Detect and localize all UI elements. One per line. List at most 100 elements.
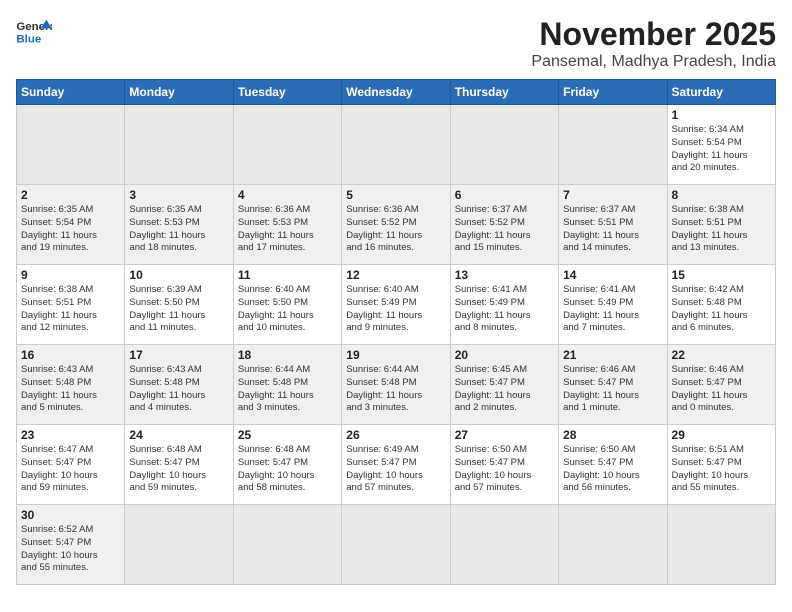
day-info: Sunrise: 6:36 AM Sunset: 5:52 PM Dayligh… [346, 204, 445, 255]
day-number: 17 [129, 348, 228, 362]
day-info: Sunrise: 6:41 AM Sunset: 5:49 PM Dayligh… [563, 284, 662, 335]
day-info: Sunrise: 6:49 AM Sunset: 5:47 PM Dayligh… [346, 444, 445, 495]
day-info: Sunrise: 6:34 AM Sunset: 5:54 PM Dayligh… [672, 124, 771, 175]
calendar-cell: 2Sunrise: 6:35 AM Sunset: 5:54 PM Daylig… [17, 185, 125, 265]
day-info: Sunrise: 6:40 AM Sunset: 5:49 PM Dayligh… [346, 284, 445, 335]
day-info: Sunrise: 6:48 AM Sunset: 5:47 PM Dayligh… [238, 444, 337, 495]
calendar-cell: 20 Sunrise: 6:45 AM Sunset: 5:47 PM Dayli… [450, 345, 558, 425]
calendar-cell [125, 105, 233, 185]
calendar-cell: 19Sunrise: 6:44 AM Sunset: 5:48 PM Dayli… [342, 345, 450, 425]
calendar-cell: 22 Sunrise: 6:46 AM Sunset: 5:47 PM Dayli… [667, 345, 775, 425]
calendar-cell: 3 Sunrise: 6:35 AM Sunset: 5:53 PM Daylig… [125, 185, 233, 265]
weekday-header-saturday: Saturday [667, 80, 775, 105]
calendar-cell: 24Sunrise: 6:48 AM Sunset: 5:47 PM Dayli… [125, 425, 233, 505]
calendar-table: SundayMondayTuesdayWednesdayThursdayFrid… [16, 79, 776, 585]
calendar-cell: 21Sunrise: 6:46 AM Sunset: 5:47 PM Dayli… [559, 345, 667, 425]
day-number: 1 [672, 108, 771, 122]
day-number: 11 [238, 268, 337, 282]
day-number: 26 [346, 428, 445, 442]
day-info: Sunrise: 6:37 AM Sunset: 5:52 PM Dayligh… [455, 204, 554, 255]
day-info: Sunrise: 6:52 AM Sunset: 5:47 PM Dayligh… [21, 524, 120, 575]
day-number: 15 [672, 268, 771, 282]
calendar-cell: 12 Sunrise: 6:40 AM Sunset: 5:49 PM Dayli… [342, 265, 450, 345]
calendar-cell: 16Sunrise: 6:43 AM Sunset: 5:48 PM Dayli… [17, 345, 125, 425]
calendar-cell: 25 Sunrise: 6:48 AM Sunset: 5:47 PM Dayli… [233, 425, 341, 505]
weekday-header-tuesday: Tuesday [233, 80, 341, 105]
day-number: 20 [455, 348, 554, 362]
calendar-cell: 11 Sunrise: 6:40 AM Sunset: 5:50 PM Dayli… [233, 265, 341, 345]
day-number: 2 [21, 188, 120, 202]
day-number: 24 [129, 428, 228, 442]
day-info: Sunrise: 6:39 AM Sunset: 5:50 PM Dayligh… [129, 284, 228, 335]
calendar-cell [559, 105, 667, 185]
calendar-cell: 9 Sunrise: 6:38 AM Sunset: 5:51 PM Daylig… [17, 265, 125, 345]
day-number: 30 [21, 508, 120, 522]
day-number: 9 [21, 268, 120, 282]
calendar-cell: 30 Sunrise: 6:52 AM Sunset: 5:47 PM Dayli… [17, 505, 125, 585]
day-info: Sunrise: 6:40 AM Sunset: 5:50 PM Dayligh… [238, 284, 337, 335]
day-number: 21 [563, 348, 662, 362]
weekday-header-sunday: Sunday [17, 80, 125, 105]
day-number: 7 [563, 188, 662, 202]
day-info: Sunrise: 6:38 AM Sunset: 5:51 PM Dayligh… [672, 204, 771, 255]
day-number: 8 [672, 188, 771, 202]
logo-icon: General Blue [16, 16, 52, 46]
day-number: 12 [346, 268, 445, 282]
weekday-header-monday: Monday [125, 80, 233, 105]
day-number: 14 [563, 268, 662, 282]
day-number: 18 [238, 348, 337, 362]
day-info: Sunrise: 6:46 AM Sunset: 5:47 PM Dayligh… [672, 364, 771, 415]
day-info: Sunrise: 6:51 AM Sunset: 5:47 PM Dayligh… [672, 444, 771, 495]
day-number: 28 [563, 428, 662, 442]
calendar-cell: 1 Sunrise: 6:34 AM Sunset: 5:54 PM Daylig… [667, 105, 775, 185]
day-info: Sunrise: 6:45 AM Sunset: 5:47 PM Dayligh… [455, 364, 554, 415]
day-info: Sunrise: 6:50 AM Sunset: 5:47 PM Dayligh… [455, 444, 554, 495]
calendar-cell [125, 505, 233, 585]
calendar-cell: 8 Sunrise: 6:38 AM Sunset: 5:51 PM Daylig… [667, 185, 775, 265]
calendar-cell [559, 505, 667, 585]
day-info: Sunrise: 6:47 AM Sunset: 5:47 PM Dayligh… [21, 444, 120, 495]
day-number: 25 [238, 428, 337, 442]
day-info: Sunrise: 6:35 AM Sunset: 5:53 PM Dayligh… [129, 204, 228, 255]
calendar-cell: 23Sunrise: 6:47 AM Sunset: 5:47 PM Dayli… [17, 425, 125, 505]
day-number: 13 [455, 268, 554, 282]
month-title: November 2025 [531, 16, 776, 53]
title-area: November 2025 Pansemal, Madhya Pradesh, … [531, 16, 776, 71]
calendar-cell: 17 Sunrise: 6:43 AM Sunset: 5:48 PM Dayli… [125, 345, 233, 425]
day-number: 22 [672, 348, 771, 362]
weekday-header-wednesday: Wednesday [342, 80, 450, 105]
calendar-cell: 18Sunrise: 6:44 AM Sunset: 5:48 PM Dayli… [233, 345, 341, 425]
calendar-week-row: 16 Sunrise: 6:43 AM Sunset: 5:48 PM Dayli… [17, 345, 776, 425]
calendar-week-row: 2Sunrise: 6:35 AM Sunset: 5:54 PM Daylig… [17, 185, 776, 265]
day-number: 27 [455, 428, 554, 442]
calendar-cell [667, 505, 775, 585]
calendar-cell [17, 105, 125, 185]
day-info: Sunrise: 6:38 AM Sunset: 5:51 PM Dayligh… [21, 284, 120, 335]
day-info: Sunrise: 6:43 AM Sunset: 5:48 PM Dayligh… [129, 364, 228, 415]
calendar-cell: 7Sunrise: 6:37 AM Sunset: 5:51 PM Daylig… [559, 185, 667, 265]
calendar-cell: 6Sunrise: 6:37 AM Sunset: 5:52 PM Daylig… [450, 185, 558, 265]
calendar-week-row: 30 Sunrise: 6:52 AM Sunset: 5:47 PM Dayli… [17, 505, 776, 585]
calendar-cell [342, 105, 450, 185]
calendar-cell: 26 Sunrise: 6:49 AM Sunset: 5:47 PM Dayli… [342, 425, 450, 505]
day-number: 3 [129, 188, 228, 202]
calendar-week-row: 1 Sunrise: 6:34 AM Sunset: 5:54 PM Daylig… [17, 105, 776, 185]
calendar-cell [233, 105, 341, 185]
calendar-week-row: 23Sunrise: 6:47 AM Sunset: 5:47 PM Dayli… [17, 425, 776, 505]
day-info: Sunrise: 6:41 AM Sunset: 5:49 PM Dayligh… [455, 284, 554, 335]
calendar-cell [450, 105, 558, 185]
day-number: 10 [129, 268, 228, 282]
day-info: Sunrise: 6:36 AM Sunset: 5:53 PM Dayligh… [238, 204, 337, 255]
day-number: 4 [238, 188, 337, 202]
calendar-cell: 29Sunrise: 6:51 AM Sunset: 5:47 PM Dayli… [667, 425, 775, 505]
calendar-cell: 28Sunrise: 6:50 AM Sunset: 5:47 PM Dayli… [559, 425, 667, 505]
calendar-cell: 15 Sunrise: 6:42 AM Sunset: 5:48 PM Dayli… [667, 265, 775, 345]
calendar-cell: 13 Sunrise: 6:41 AM Sunset: 5:49 PM Dayli… [450, 265, 558, 345]
location-title: Pansemal, Madhya Pradesh, India [531, 53, 776, 71]
calendar-cell: 14 Sunrise: 6:41 AM Sunset: 5:49 PM Dayli… [559, 265, 667, 345]
day-number: 5 [346, 188, 445, 202]
calendar-cell [342, 505, 450, 585]
calendar-cell: 5 Sunrise: 6:36 AM Sunset: 5:52 PM Daylig… [342, 185, 450, 265]
day-number: 16 [21, 348, 120, 362]
day-info: Sunrise: 6:42 AM Sunset: 5:48 PM Dayligh… [672, 284, 771, 335]
